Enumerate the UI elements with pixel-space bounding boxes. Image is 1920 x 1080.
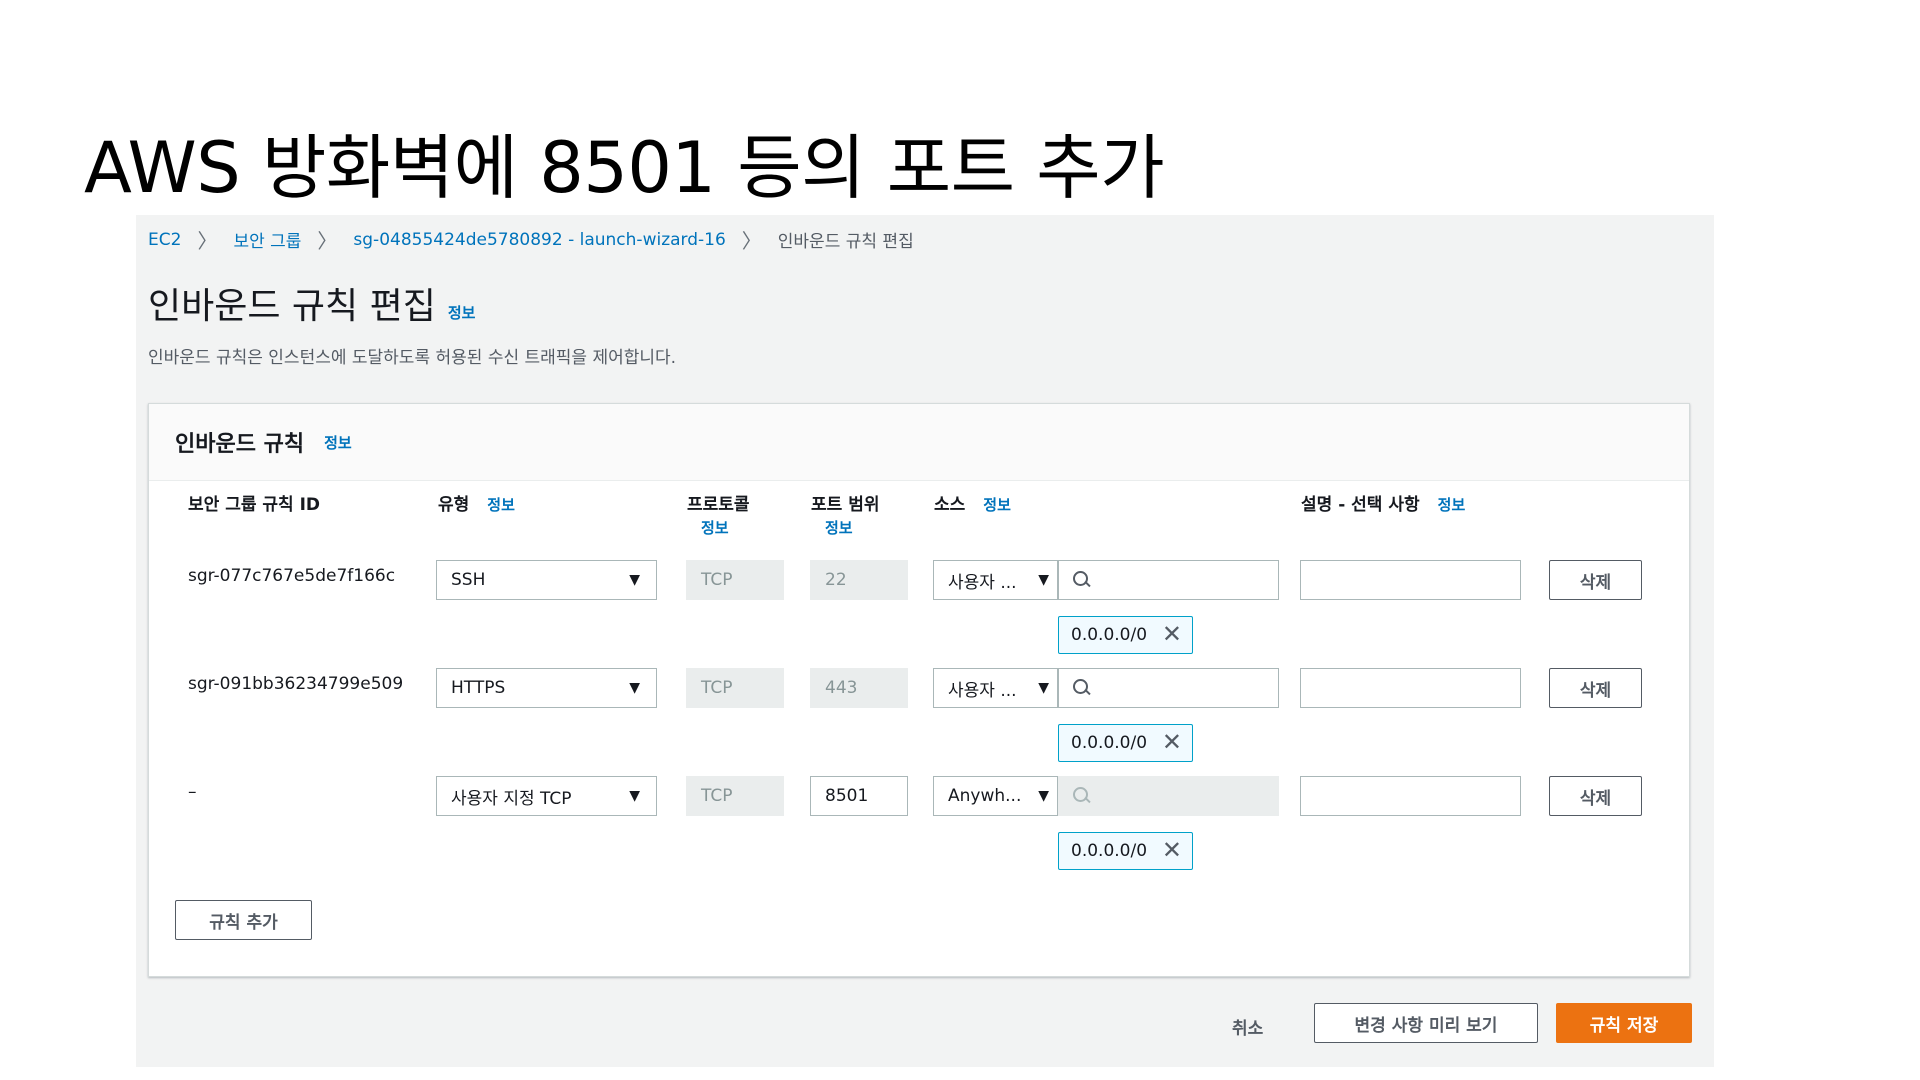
col-header-description: 설명 - 선택 사항 정보 bbox=[1301, 490, 1465, 515]
cidr-token-label: 0.0.0.0/0 bbox=[1071, 625, 1148, 645]
panel-title: 인바운드 규칙 bbox=[175, 432, 305, 457]
port-info-link[interactable]: 정보 bbox=[825, 517, 853, 538]
breadcrumb: EC2 〉 보안 그룹 〉 sg-04855424de5780892 - lau… bbox=[148, 225, 914, 254]
protocol-field: TCP bbox=[686, 560, 784, 600]
caret-down-icon: ▼ bbox=[1038, 572, 1049, 588]
page-description: 인바운드 규칙은 인스턴스에 도달하도록 허용된 수신 트래픽을 제어합니다. bbox=[148, 348, 677, 368]
chevron-right-icon: 〉 bbox=[741, 229, 762, 253]
caret-down-icon: ▼ bbox=[1038, 680, 1049, 696]
type-select-value: HTTPS bbox=[451, 678, 506, 698]
delete-rule-button[interactable]: 삭제 bbox=[1549, 668, 1642, 708]
close-icon[interactable]: ✕ bbox=[1162, 730, 1182, 754]
protocol-field: TCP bbox=[686, 668, 784, 708]
port-range-input[interactable]: 8501 bbox=[810, 776, 908, 816]
add-rule-button[interactable]: 규칙 추가 bbox=[175, 900, 312, 940]
preview-changes-button[interactable]: 변경 사항 미리 보기 bbox=[1314, 1003, 1538, 1043]
cidr-token-label: 0.0.0.0/0 bbox=[1071, 841, 1148, 861]
breadcrumb-security-groups[interactable]: 보안 그룹 bbox=[233, 227, 301, 252]
col-header-port-range: 포트 범위 bbox=[811, 495, 880, 515]
source-type-select[interactable]: 사용자 ... ▼ bbox=[933, 560, 1058, 600]
col-header-rule-id: 보안 그룹 규칙 ID bbox=[188, 495, 321, 515]
rule-id: sgr-091bb36234799e509 bbox=[188, 674, 404, 694]
type-select[interactable]: SSH ▼ bbox=[436, 560, 657, 600]
col-header-source-label: 소스 bbox=[934, 495, 966, 515]
breadcrumb-ec2[interactable]: EC2 bbox=[148, 230, 181, 250]
col-header-type-label: 유형 bbox=[438, 495, 470, 515]
caret-down-icon: ▼ bbox=[629, 572, 640, 588]
type-info-link[interactable]: 정보 bbox=[487, 496, 515, 514]
type-select[interactable]: HTTPS ▼ bbox=[436, 668, 657, 708]
breadcrumb-current: 인바운드 규칙 편집 bbox=[777, 232, 914, 252]
chevron-right-icon: 〉 bbox=[197, 229, 218, 253]
caret-down-icon: ▼ bbox=[629, 788, 640, 804]
source-search-input[interactable] bbox=[1058, 668, 1279, 708]
source-type-select[interactable]: Anywh... ▼ bbox=[933, 776, 1058, 816]
cidr-token-label: 0.0.0.0/0 bbox=[1071, 733, 1148, 753]
rule-id: sgr-077c767e5de7f166c bbox=[188, 566, 396, 586]
caret-down-icon: ▼ bbox=[629, 680, 640, 696]
col-header-protocol: 프로토콜 bbox=[687, 495, 750, 515]
page-info-link[interactable]: 정보 bbox=[448, 304, 476, 322]
type-select-value: SSH bbox=[451, 570, 486, 590]
source-type-select[interactable]: 사용자 ... ▼ bbox=[933, 668, 1058, 708]
description-info-link[interactable]: 정보 bbox=[1438, 496, 1466, 514]
cidr-token: 0.0.0.0/0 ✕ bbox=[1058, 832, 1193, 870]
description-input[interactable] bbox=[1300, 560, 1521, 600]
description-input[interactable] bbox=[1300, 668, 1521, 708]
protocol-info-link[interactable]: 정보 bbox=[701, 517, 729, 538]
delete-rule-button[interactable]: 삭제 bbox=[1549, 776, 1642, 816]
rule-id: – bbox=[188, 782, 197, 802]
caret-down-icon: ▼ bbox=[1038, 788, 1049, 804]
cancel-button[interactable]: 취소 bbox=[1232, 1014, 1263, 1039]
source-search-input[interactable] bbox=[1058, 560, 1279, 600]
panel-info-link[interactable]: 정보 bbox=[324, 432, 352, 453]
breadcrumb-security-group[interactable]: sg-04855424de5780892 - launch-wizard-16 bbox=[353, 230, 725, 250]
type-select[interactable]: 사용자 지정 TCP ▼ bbox=[436, 776, 657, 816]
type-select-value: 사용자 지정 TCP bbox=[451, 788, 572, 809]
inbound-rules-panel: 인바운드 규칙 정보 보안 그룹 규칙 ID 유형 정보 프로토콜 정보 포트 범… bbox=[148, 403, 1690, 977]
description-input[interactable] bbox=[1300, 776, 1521, 816]
search-icon bbox=[1073, 571, 1091, 589]
cidr-token: 0.0.0.0/0 ✕ bbox=[1058, 616, 1193, 654]
col-header-type: 유형 정보 bbox=[438, 490, 515, 515]
port-range-field: 22 bbox=[810, 560, 908, 600]
delete-rule-button[interactable]: 삭제 bbox=[1549, 560, 1642, 600]
search-icon bbox=[1073, 787, 1091, 805]
col-header-description-label: 설명 - 선택 사항 bbox=[1301, 495, 1420, 515]
chevron-right-icon: 〉 bbox=[317, 229, 338, 253]
cidr-token: 0.0.0.0/0 ✕ bbox=[1058, 724, 1193, 762]
source-type-value: Anywh... bbox=[948, 786, 1022, 806]
port-range-field: 443 bbox=[810, 668, 908, 708]
source-search-input bbox=[1058, 776, 1279, 816]
panel-header: 인바운드 규칙 정보 bbox=[149, 404, 1689, 481]
aws-console: EC2 〉 보안 그룹 〉 sg-04855424de5780892 - lau… bbox=[136, 215, 1714, 1067]
source-info-link[interactable]: 정보 bbox=[983, 496, 1011, 514]
source-type-value: 사용자 ... bbox=[948, 680, 1017, 701]
close-icon[interactable]: ✕ bbox=[1162, 838, 1182, 862]
page-title: 인바운드 규칙 편집 정보 bbox=[148, 277, 475, 329]
close-icon[interactable]: ✕ bbox=[1162, 622, 1182, 646]
col-header-source: 소스 정보 bbox=[934, 490, 1011, 515]
slide-title: AWS 방화벽에 8501 등의 포트 추가 bbox=[84, 127, 1165, 209]
protocol-field: TCP bbox=[686, 776, 784, 816]
save-rules-button[interactable]: 규칙 저장 bbox=[1556, 1003, 1692, 1043]
source-type-value: 사용자 ... bbox=[948, 572, 1017, 593]
search-icon bbox=[1073, 679, 1091, 697]
page-title-text: 인바운드 규칙 편집 bbox=[148, 286, 436, 327]
